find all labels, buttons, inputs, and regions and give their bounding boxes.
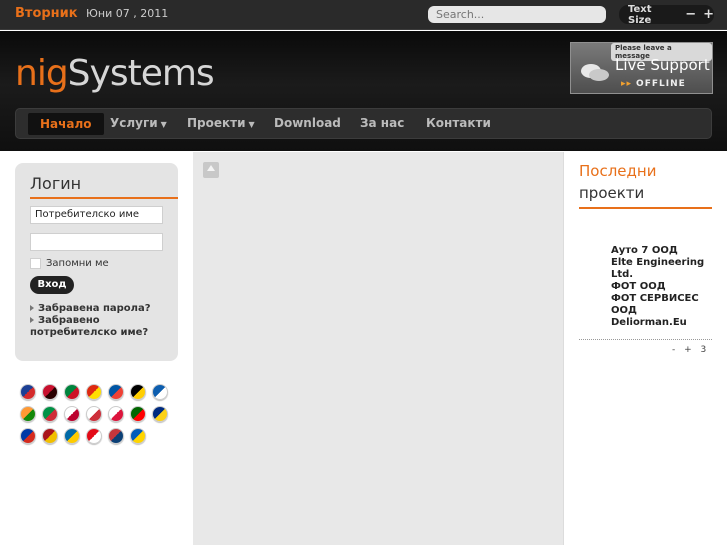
logo-part-nig: nig bbox=[15, 53, 69, 94]
text-size-increase-button[interactable]: + bbox=[703, 8, 714, 21]
serbian-flag-icon[interactable] bbox=[108, 428, 124, 444]
nav-item-projects-label: Проекти bbox=[187, 116, 246, 130]
turkish-flag-icon[interactable] bbox=[86, 428, 102, 444]
text-size-decrease-button[interactable]: − bbox=[685, 8, 696, 21]
japanese-flag-icon[interactable] bbox=[64, 406, 80, 422]
nav-item-services[interactable]: Услуги ▼ bbox=[110, 109, 167, 138]
portuguese-flag-icon[interactable] bbox=[130, 406, 146, 422]
polish-flag-icon[interactable] bbox=[108, 406, 124, 422]
swedish-flag-icon[interactable] bbox=[64, 428, 80, 444]
recent-projects-title-2: проекти bbox=[579, 184, 645, 202]
hindi-flag-icon[interactable] bbox=[20, 406, 36, 422]
support-status: ▸▸ OFFLINE bbox=[621, 79, 686, 89]
divider bbox=[579, 207, 712, 209]
current-day: Вторник bbox=[15, 6, 78, 21]
project-link[interactable]: Deliorman.Eu bbox=[611, 317, 711, 329]
pager-plus-button[interactable]: + bbox=[684, 345, 692, 355]
pager-minus-button[interactable]: - bbox=[672, 345, 675, 355]
speech-bubbles-icon bbox=[581, 64, 609, 81]
project-link[interactable]: ФОТ ООД bbox=[611, 281, 711, 293]
site-logo[interactable]: nigSystems bbox=[15, 53, 215, 94]
recent-projects-list: Ауто 7 ООД Elte Engineering Ltd. ФОТ ООД… bbox=[611, 245, 711, 329]
chevron-down-icon: ▼ bbox=[248, 120, 255, 129]
italian-flag-icon[interactable] bbox=[42, 406, 58, 422]
english-flag-icon[interactable] bbox=[20, 384, 36, 400]
live-support-widget[interactable]: Please leave a message Live Support ▸▸ OF… bbox=[570, 42, 713, 94]
french-flag-icon[interactable] bbox=[108, 384, 124, 400]
recent-projects-title: Последни проекти bbox=[579, 160, 656, 204]
forgot-username-label-2: потребителско име? bbox=[30, 327, 149, 338]
double-arrow-icon: ▸▸ bbox=[621, 79, 633, 89]
nav-item-projects[interactable]: Проекти ▼ bbox=[187, 109, 255, 138]
chinese-flag-icon[interactable] bbox=[86, 384, 102, 400]
albanian-flag-icon[interactable] bbox=[42, 384, 58, 400]
triangle-right-icon bbox=[30, 317, 34, 323]
main-nav: Начало Услуги ▼ Проекти ▼ Download За нас … bbox=[15, 108, 712, 139]
recent-projects-title-1: Последни bbox=[579, 162, 657, 180]
remember-me[interactable]: Запомни ме bbox=[30, 258, 109, 269]
remember-checkbox[interactable] bbox=[30, 258, 41, 269]
triangle-right-icon bbox=[30, 305, 34, 311]
nav-item-about[interactable]: За нас bbox=[360, 109, 404, 138]
arabic-flag-icon[interactable] bbox=[64, 384, 80, 400]
greek-flag-icon[interactable] bbox=[152, 384, 168, 400]
nav-item-home[interactable]: Начало bbox=[28, 113, 104, 135]
text-size-label: Text Size bbox=[628, 3, 652, 26]
project-link[interactable]: Ауто 7 ООД bbox=[611, 245, 711, 257]
german-flag-icon[interactable] bbox=[130, 384, 146, 400]
username-field[interactable]: Потребителско име bbox=[30, 206, 163, 224]
login-panel: Логин Потребителско име Запомни ме Вход … bbox=[15, 163, 178, 361]
login-button[interactable]: Вход bbox=[30, 276, 74, 294]
ukrainian-flag-icon[interactable] bbox=[130, 428, 146, 444]
project-link[interactable]: ФОТ СЕРВИСЕС ООД bbox=[611, 293, 711, 317]
support-status-text: OFFLINE bbox=[636, 79, 686, 89]
nav-item-download[interactable]: Download bbox=[274, 109, 341, 138]
divider bbox=[30, 197, 178, 199]
forgot-username-link[interactable]: Забравено потребителско име? bbox=[30, 315, 148, 339]
project-link[interactable]: Elte Engineering Ltd. bbox=[611, 257, 711, 281]
projects-pager: - + 3 bbox=[672, 345, 712, 355]
korean-flag-icon[interactable] bbox=[86, 406, 102, 422]
remember-label: Запомни ме bbox=[46, 258, 109, 269]
spanish-flag-icon[interactable] bbox=[42, 428, 58, 444]
russian-flag-icon[interactable] bbox=[20, 428, 36, 444]
text-size-control: Text Size − + bbox=[619, 3, 714, 26]
forgot-password-link[interactable]: Забравена парола? bbox=[30, 303, 151, 315]
dotted-divider bbox=[579, 339, 712, 340]
search-input[interactable] bbox=[428, 6, 606, 23]
logo-part-systems: Systems bbox=[67, 53, 215, 94]
top-bar: Вторник Юни 07 , 2011 Text Size − + bbox=[0, 0, 727, 30]
main-content bbox=[193, 152, 564, 545]
forgot-password-label: Забравена парола? bbox=[38, 303, 151, 314]
home-icon[interactable] bbox=[203, 162, 219, 178]
language-flags bbox=[20, 384, 175, 450]
pager-count: 3 bbox=[700, 345, 707, 355]
nav-item-services-label: Услуги bbox=[110, 116, 158, 130]
current-date: Юни 07 , 2011 bbox=[86, 7, 169, 20]
support-title: Live Support bbox=[615, 56, 710, 74]
romanian-flag-icon[interactable] bbox=[152, 406, 168, 422]
password-field[interactable] bbox=[30, 233, 163, 251]
forgot-username-label-1: Забравено bbox=[38, 315, 100, 326]
chevron-down-icon: ▼ bbox=[160, 120, 167, 129]
nav-item-contacts[interactable]: Контакти bbox=[426, 109, 491, 138]
login-title: Логин bbox=[30, 174, 82, 193]
